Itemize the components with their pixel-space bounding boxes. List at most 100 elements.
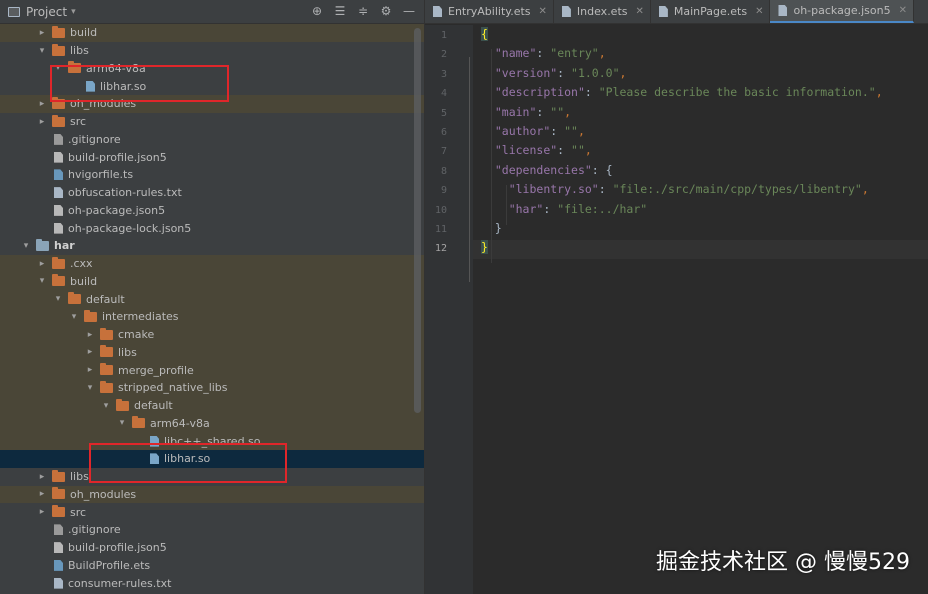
editor-tab[interactable]: EntryAbility.ets ✕ <box>425 0 554 23</box>
tree-item[interactable]: ▸libc++_shared.so <box>0 432 424 450</box>
tree-item-label: hvigorfile.ts <box>68 168 134 182</box>
chevron-down-icon[interactable]: ▾ <box>52 294 64 304</box>
tree-item-label: BuildProfile.ets <box>68 558 151 572</box>
tab-label: MainPage.ets <box>673 5 748 18</box>
tree-item[interactable]: ▸ oh_modules <box>0 485 424 504</box>
tree-item[interactable]: ▸build-profile.json5 <box>0 148 424 166</box>
close-icon[interactable]: ✕ <box>636 6 644 17</box>
folder-icon <box>52 256 65 269</box>
tree-item[interactable]: ▸build-profile.json5 <box>0 539 424 557</box>
chevron-right-icon[interactable]: ▸ <box>84 347 96 357</box>
collapse-all-icon[interactable]: ☰ <box>333 3 347 19</box>
tree-item-label: build-profile.json5 <box>68 541 167 555</box>
tree-item[interactable]: ▾ arm64-v8a <box>0 60 424 78</box>
typescript-file-icon <box>54 559 63 571</box>
chevron-right-icon[interactable]: ▸ <box>84 330 96 340</box>
tree-item[interactable]: ▸obfuscation-rules.txt <box>0 184 424 202</box>
tree-item[interactable]: ▾ build <box>0 272 424 291</box>
tree-item[interactable]: ▾ stripped_native_libs <box>0 379 424 397</box>
chevron-right-icon[interactable]: ▸ <box>36 507 48 517</box>
gitignore-file-icon <box>54 133 63 145</box>
chevron-right-icon[interactable]: ▸ <box>36 28 48 38</box>
chevron-right-icon[interactable]: ▸ <box>36 117 48 127</box>
chevron-down-icon[interactable]: ▾ <box>116 418 128 428</box>
line-number: 8 <box>440 165 447 177</box>
tree-item[interactable]: ▸hvigorfile.ts <box>0 166 424 184</box>
tree-item[interactable]: ▾ har <box>0 237 424 255</box>
editor-tab[interactable]: Index.ets ✕ <box>554 0 651 23</box>
tree-item[interactable]: ▸BuildProfile.ets <box>0 557 424 575</box>
settings-icon[interactable]: ⚙ <box>379 3 393 19</box>
tree-item[interactable]: ▸libhar.so <box>0 77 424 95</box>
tree-item[interactable]: ▸libhar.so <box>0 450 424 468</box>
chevron-right-icon[interactable]: ▸ <box>36 99 48 109</box>
folder-icon <box>100 345 113 358</box>
folder-icon <box>52 505 65 518</box>
chevron-down-icon[interactable]: ▾ <box>100 401 112 411</box>
json-file-icon <box>54 204 63 216</box>
tree-item[interactable]: ▾ default <box>0 290 424 308</box>
tab-label: Index.ets <box>576 5 628 18</box>
tree-item[interactable]: ▾ arm64-v8a <box>0 414 424 433</box>
target-icon[interactable]: ⊕ <box>310 3 324 19</box>
project-icon <box>8 6 20 17</box>
line-number: 1 <box>440 30 447 41</box>
tree-item[interactable]: ▸ build <box>0 24 424 42</box>
tree-item[interactable]: ▸ libs <box>0 468 424 486</box>
hide-icon[interactable]: — <box>402 3 416 19</box>
expand-all-icon[interactable]: ≑ <box>356 3 370 19</box>
code-line-8: "dependencies": { <box>494 162 613 177</box>
close-icon[interactable]: ✕ <box>755 6 763 17</box>
file-icon <box>433 6 442 17</box>
chevron-right-icon[interactable]: ▸ <box>84 365 96 375</box>
tree-item[interactable]: ▾ default <box>0 396 424 415</box>
editor-tab[interactable]: MainPage.ets ✕ <box>651 0 771 23</box>
tree-item[interactable]: ▸.gitignore <box>0 521 424 539</box>
tree-item-label: obfuscation-rules.txt <box>68 186 182 200</box>
chevron-right-icon[interactable]: ▸ <box>36 472 48 482</box>
chevron-down-icon[interactable]: ▾ <box>68 312 80 322</box>
line-number: 2 <box>440 49 447 61</box>
code-line-7: "license": "", <box>494 143 592 158</box>
tree-item[interactable]: ▸ oh_modules <box>0 95 424 113</box>
tree-item[interactable]: ▾ libs <box>0 42 424 60</box>
chevron-right-icon[interactable]: ▸ <box>36 489 48 499</box>
close-icon[interactable]: ✕ <box>899 5 907 16</box>
tree-item[interactable]: ▾ intermediates <box>0 308 424 326</box>
chevron-down-icon[interactable]: ▾ <box>84 383 96 393</box>
folder-icon <box>52 469 65 482</box>
code-line-4: "description": "Please describe the basi… <box>494 85 883 100</box>
chevron-down-icon[interactable]: ▾ <box>36 276 48 286</box>
close-icon[interactable]: ✕ <box>539 6 547 17</box>
tree-item-label: libc++_shared.so <box>164 434 261 448</box>
tree-item[interactable]: ▸.gitignore <box>0 131 424 149</box>
chevron-down-icon[interactable]: ▾ <box>52 63 64 73</box>
chevron-down-icon[interactable]: ▾ <box>36 46 48 56</box>
tree-item[interactable]: ▸oh-package-lock.json5 <box>0 219 424 237</box>
tree-item[interactable]: ▸ src <box>0 113 424 131</box>
project-panel-title[interactable]: Project <box>26 5 67 19</box>
tree-item[interactable]: ▸ merge_profile <box>0 361 424 379</box>
chevron-down-icon[interactable]: ▾ <box>71 7 76 17</box>
line-number-gutter: 1 2 3 4 5 6 7 8 9 10 11 12 <box>425 25 473 594</box>
tab-label: oh-package.json5 <box>793 4 891 17</box>
folder-icon <box>52 43 65 56</box>
folder-icon <box>100 363 113 376</box>
project-panel-header: Project ▾ ⊕ ☰ ≑ ⚙ — <box>0 0 424 24</box>
chevron-right-icon[interactable]: ▸ <box>36 259 48 269</box>
module-folder-icon <box>36 238 49 251</box>
tree-item[interactable]: ▸ .cxx <box>0 254 424 273</box>
tree-item-label: oh_modules <box>70 97 137 111</box>
chevron-down-icon[interactable]: ▾ <box>20 241 32 251</box>
editor-tab[interactable]: oh-package.json5 ✕ <box>770 0 914 23</box>
tree-item[interactable]: ▸oh-package.json5 <box>0 202 424 220</box>
tree-item[interactable]: ▸ libs <box>0 343 424 362</box>
tree-item[interactable]: ▸consumer-rules.txt <box>0 574 424 592</box>
code-line-9: "libentry.so": "file:./src/main/cpp/type… <box>508 182 869 197</box>
tree-item[interactable]: ▸ cmake <box>0 325 424 344</box>
tree-item-label: merge_profile <box>118 363 194 377</box>
tree-scrollbar[interactable] <box>414 28 421 413</box>
tree-item[interactable]: ▸ src <box>0 503 424 521</box>
tab-label: EntryAbility.ets <box>448 5 531 18</box>
line-number: 9 <box>440 185 447 197</box>
